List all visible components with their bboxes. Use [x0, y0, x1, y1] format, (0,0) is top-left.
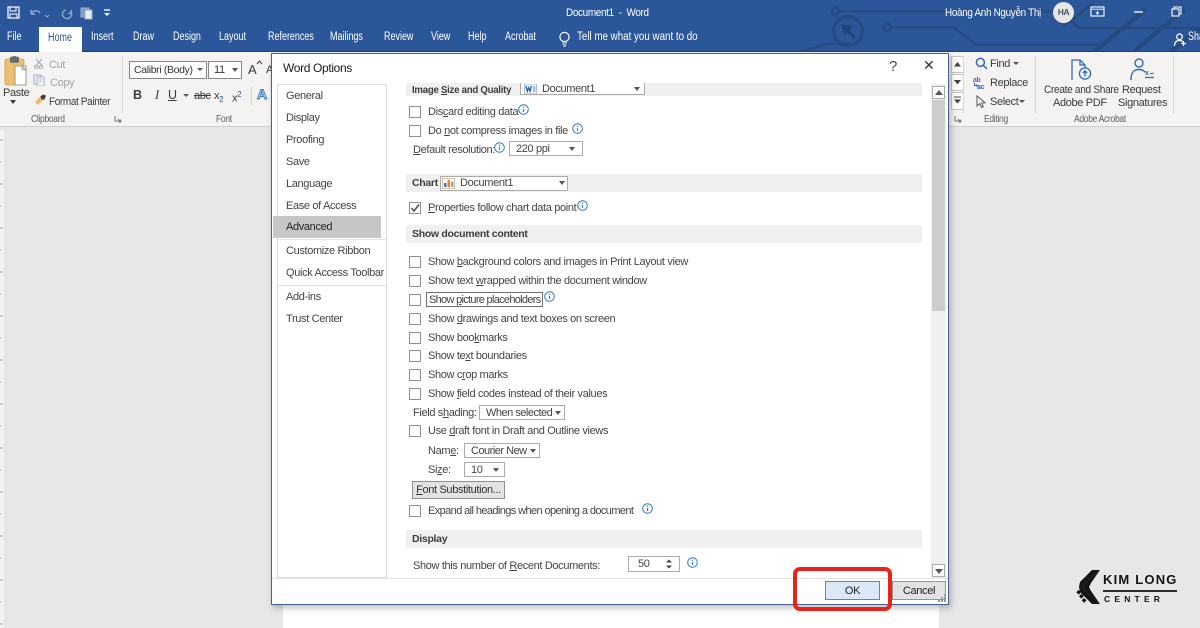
svg-text:ac: ac — [977, 84, 985, 89]
svg-text:ab: ab — [973, 77, 981, 84]
svg-text:x: x — [1145, 70, 1149, 77]
